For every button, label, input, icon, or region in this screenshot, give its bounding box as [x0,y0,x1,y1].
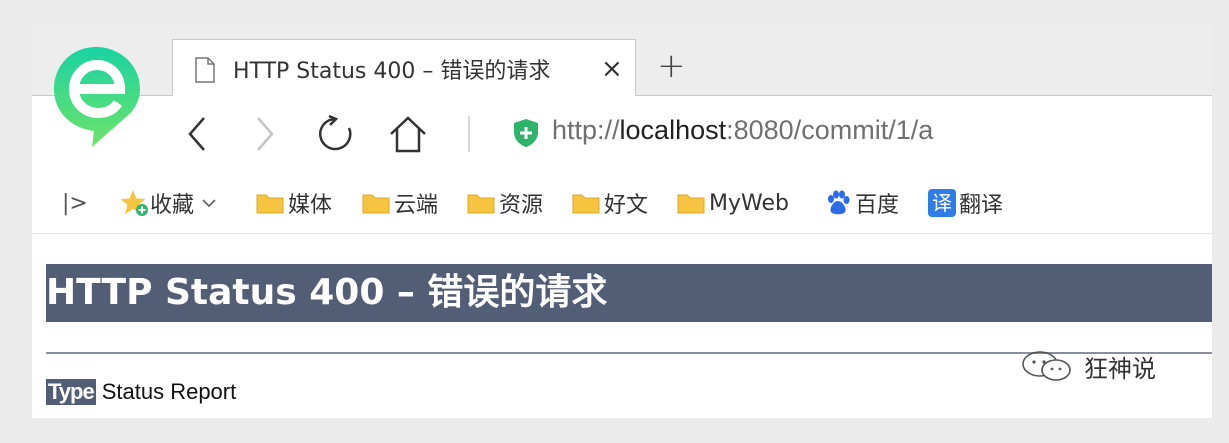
url-host: localhost [619,115,727,145]
bookmark-label: MyWeb [709,190,789,216]
bookmark-folder-cloud[interactable]: 云端 [362,188,438,218]
baidu-paw-icon [828,190,850,215]
bookmark-folder-myweb[interactable]: MyWeb [677,188,789,218]
sidebar-toggle-button[interactable]: |> [62,188,88,218]
bookmark-label: 翻译 [959,193,1004,218]
forward-arrow-icon[interactable] [244,114,284,154]
bookmark-baidu[interactable]: 百度 [825,188,899,218]
star-icon [120,190,148,216]
url-path: :8080/commit/1/a [726,115,934,145]
bookmarks-bar: |> 收藏 媒体 云端 资源 好文 MyWeb 百度 译 翻译 [32,173,1212,234]
bookmark-folder-resources[interactable]: 资源 [467,188,543,218]
bookmark-label: 资源 [499,193,544,218]
tab-active[interactable]: HTTP Status 400 – 错误的请求 × [172,39,636,96]
watermark-text: 狂神说 [1084,354,1156,383]
bookmark-favorites[interactable]: 收藏 [120,188,218,218]
reload-icon[interactable] [315,114,355,154]
url-scheme: http:// [552,115,620,145]
folder-icon [256,194,284,214]
translate-icon: 译 [928,189,956,217]
page-title: HTTP Status 400 – 错误的请求 [46,264,1212,322]
wechat-icon [1022,351,1071,381]
watermark: 狂神说 [1020,350,1156,383]
bookmark-folder-media[interactable]: 媒体 [256,188,332,218]
status-type-line: Type Status Report [46,377,236,407]
address-bar-url[interactable]: http://localhost:8080/commit/1/a [552,115,933,146]
back-arrow-icon[interactable] [178,114,218,154]
bookmark-translate[interactable]: 译 翻译 [928,188,1003,218]
tab-strip: HTTP Status 400 – 错误的请求 × + [32,25,1212,96]
chevron-down-icon [202,199,216,208]
bookmark-label: 收藏 [150,193,195,218]
document-icon [195,57,215,83]
bookmark-label: 云端 [394,193,439,218]
bookmark-folder-articles[interactable]: 好文 [572,188,648,218]
type-value: Status Report [101,379,237,404]
address-separator [468,116,470,152]
home-icon[interactable] [388,114,428,154]
new-tab-button[interactable]: + [657,49,686,83]
folder-icon [467,194,495,214]
folder-icon [362,194,390,214]
bookmark-label: 好文 [604,193,649,218]
tab-close-button[interactable]: × [601,56,623,82]
type-label: Type [46,379,96,405]
bookmark-label: 媒体 [288,193,333,218]
bookmark-label: 百度 [855,193,900,218]
tab-title: HTTP Status 400 – 错误的请求 [233,59,551,84]
browser-logo-icon [54,47,140,147]
folder-icon [572,194,600,214]
security-shield-icon [514,119,538,147]
folder-icon [677,194,705,214]
navigation-bar: http://localhost:8080/commit/1/a [32,96,1212,172]
page-content: HTTP Status 400 – 错误的请求 Type Status Repo… [32,234,1212,418]
